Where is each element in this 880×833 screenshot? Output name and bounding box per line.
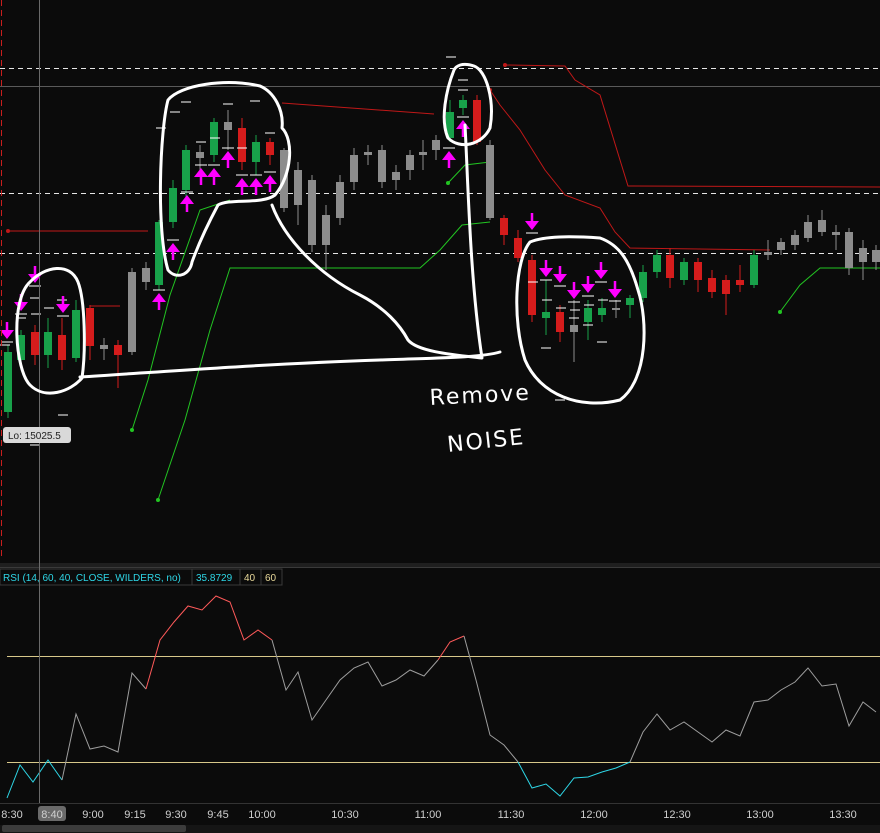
candle-body: [72, 310, 80, 358]
time-tick-label: 12:30: [663, 809, 691, 821]
rsi-study-label[interactable]: RSI (14, 60, 40, CLOSE, WILDERS, no): [3, 573, 181, 584]
candle-body: [308, 180, 316, 245]
candle-body: [58, 335, 66, 360]
candle-body: [196, 152, 204, 158]
candle-body: [86, 308, 94, 346]
rsi-value-label: 35.8729: [196, 573, 233, 584]
candle-body: [266, 142, 274, 155]
time-tick-label: 11:30: [498, 809, 525, 821]
candle-body: [528, 260, 536, 315]
time-tick-label: 8:30: [1, 809, 22, 821]
stop-dot: [778, 310, 782, 314]
candle-body: [128, 272, 136, 352]
candle-body: [486, 145, 494, 218]
candle-body: [804, 222, 812, 238]
stop-dot: [6, 229, 10, 233]
time-tick-label: 9:30: [165, 809, 186, 821]
time-tick-label: 10:30: [331, 809, 359, 821]
stop-dot: [503, 63, 507, 67]
candle-body: [169, 188, 177, 222]
candle-body: [378, 150, 386, 182]
candle-body: [694, 262, 702, 280]
candle-body: [859, 248, 867, 262]
candle-body: [238, 128, 246, 162]
candle-body: [182, 150, 190, 190]
candle-body: [818, 220, 826, 232]
rsi-upper-label: 60: [265, 573, 277, 584]
candle-body: [514, 238, 522, 258]
time-tick-label: 9:00: [82, 809, 103, 821]
candle-body: [872, 250, 880, 262]
candle-body: [845, 232, 853, 268]
candle-body: [31, 332, 39, 355]
candle-body: [570, 325, 578, 332]
candle-body: [224, 122, 232, 130]
candle-body: [680, 262, 688, 280]
candle-body: [322, 215, 330, 245]
time-tick-label: 13:00: [746, 809, 774, 821]
time-tick-label: 11:00: [415, 809, 442, 821]
candle-body: [392, 172, 400, 180]
candle-body: [142, 268, 150, 282]
candle-body: [764, 252, 772, 255]
scrollbar-thumb[interactable]: [2, 825, 186, 832]
candle-body: [653, 255, 661, 272]
time-tick-label: 13:30: [829, 809, 857, 821]
time-tick-label: 9:45: [207, 809, 228, 821]
candle-body: [500, 218, 508, 235]
candle-body: [777, 242, 785, 250]
cursor-time-label: 8:40: [41, 809, 62, 821]
candle-body: [364, 152, 372, 155]
annotation-text-line1: Remove: [429, 381, 531, 411]
candle-body: [666, 255, 674, 278]
chart-background: [0, 0, 880, 833]
panel-divider[interactable]: [0, 563, 880, 567]
stop-dot: [130, 428, 134, 432]
candle-body: [4, 352, 12, 412]
stop-dot: [446, 181, 450, 185]
time-tick-label: 9:15: [124, 809, 145, 821]
candle-body: [542, 312, 550, 318]
trading-chart[interactable]: RSI (14, 60, 40, CLOSE, WILDERS, no) 35.…: [0, 0, 880, 833]
rsi-lower-label: 40: [244, 573, 256, 584]
candle-body: [832, 232, 840, 235]
candle-body: [473, 100, 481, 142]
candle-body: [556, 312, 564, 332]
candle-body: [459, 100, 467, 108]
time-tick-label: 12:00: [580, 809, 608, 821]
horizontal-scrollbar[interactable]: [0, 825, 880, 833]
candle-body: [252, 142, 260, 162]
candle-body: [100, 345, 108, 349]
candle-body: [406, 155, 414, 170]
candle-body: [722, 280, 730, 294]
candle-body: [598, 308, 606, 315]
candle-body: [584, 308, 592, 322]
stop-dot: [156, 498, 160, 502]
candle-body: [736, 280, 744, 285]
rsi-header: RSI (14, 60, 40, CLOSE, WILDERS, no) 35.…: [0, 568, 283, 586]
low-price-tag: Lo: 15025.5: [3, 427, 71, 443]
candle-body: [419, 152, 427, 155]
candle-body: [791, 235, 799, 245]
candle-body: [350, 155, 358, 182]
candle-body: [432, 140, 440, 150]
candle-body: [626, 298, 634, 305]
candle-body: [336, 182, 344, 218]
candle-body: [708, 278, 716, 292]
candle-body: [612, 308, 620, 310]
low-price-tag-text: Lo: 15025.5: [8, 431, 61, 442]
candle-body: [114, 345, 122, 355]
candle-body: [750, 255, 758, 285]
candle-body: [44, 332, 52, 355]
candle-body: [294, 170, 302, 205]
time-tick-label: 10:00: [248, 809, 276, 821]
